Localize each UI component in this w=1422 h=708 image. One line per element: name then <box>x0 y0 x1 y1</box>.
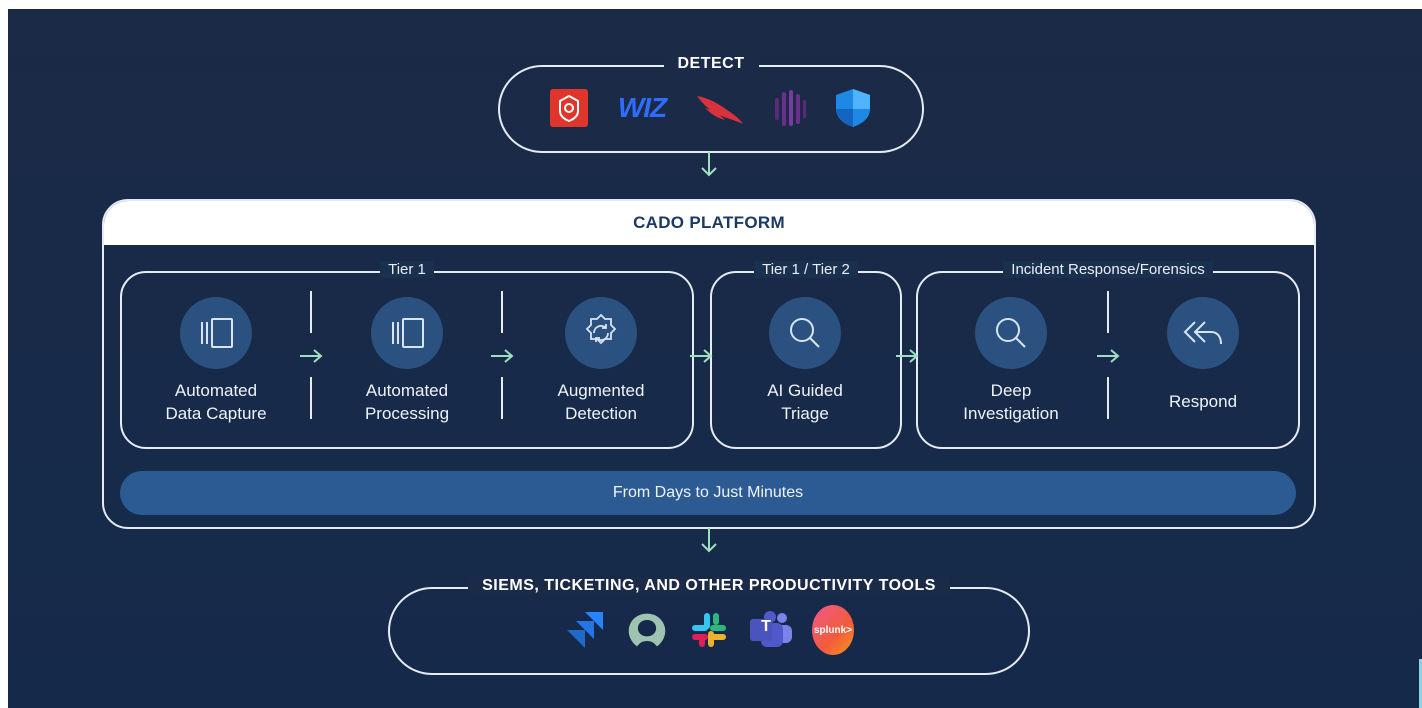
step-label: Augmented Detection <box>557 381 645 423</box>
step-automated-processing: Automated Processing <box>322 297 492 425</box>
step-deep-investigation: Deep Investigation <box>926 297 1096 425</box>
step-label: AI Guided Triage <box>767 381 843 423</box>
step-label: Automated Data Capture <box>165 381 267 423</box>
step-ai-guided-triage: AI Guided Triage <box>720 297 890 425</box>
capture-icon <box>201 318 233 348</box>
crowdstrike-falcon-logo <box>694 87 746 129</box>
gear-refresh-icon <box>585 313 617 345</box>
microsoft-defender-logo <box>832 87 874 129</box>
arrow-right-icon <box>1097 349 1120 363</box>
incident-response-label: Incident Response/Forensics <box>1003 261 1213 278</box>
productivity-tools-title: SIEMS, TICKETING, AND OTHER PRODUCTIVITY… <box>468 577 950 594</box>
servicenow-logo <box>626 609 668 651</box>
step-label: Automated Processing <box>364 381 450 423</box>
arrow-right-icon <box>896 349 919 363</box>
detect-section: DETECT WIZ <box>498 55 924 153</box>
processing-icon <box>392 318 424 348</box>
step-label: Deep Investigation <box>963 381 1059 423</box>
wiz-text: WIZ <box>617 92 667 123</box>
teams-logo: T <box>750 609 792 651</box>
arrow-right-icon <box>690 349 713 363</box>
platform-title: CADO PLATFORM <box>104 201 1314 245</box>
slack-logo <box>688 609 730 651</box>
separator-line <box>501 377 503 419</box>
diagram-canvas: DETECT WIZ CADO PLATFORM Tier 1 Tier 1 /… <box>8 9 1422 708</box>
separator-line <box>310 291 312 333</box>
splunk-logo: splunk> <box>812 605 854 655</box>
separator-line <box>501 291 503 333</box>
cado-platform: CADO PLATFORM Tier 1 Tier 1 / Tier 2 Inc… <box>102 199 1316 529</box>
detect-title: DETECT <box>663 55 759 72</box>
aws-security-logo <box>548 87 590 129</box>
speed-banner: From Days to Just Minutes <box>120 471 1296 515</box>
splunk-badge: splunk> <box>812 605 854 655</box>
step-label: Respond <box>1168 392 1238 411</box>
tier1-tier2-label: Tier 1 / Tier 2 <box>754 261 858 278</box>
reply-all-icon <box>1183 321 1222 345</box>
separator-line <box>1107 291 1109 333</box>
step-automated-data-capture: Automated Data Capture <box>131 297 301 425</box>
splunk-text: splunk> <box>813 624 853 636</box>
teams-letter: T <box>761 618 771 635</box>
arrow-right-icon <box>300 349 323 363</box>
arrow-down-icon <box>701 152 717 177</box>
separator-line <box>310 377 312 419</box>
step-augmented-detection: Augmented Detection <box>516 297 686 425</box>
tier1-label: Tier 1 <box>380 261 434 278</box>
magnifier-icon <box>790 318 820 348</box>
step-respond: Respond <box>1118 297 1288 413</box>
wiz-logo: WIZ <box>612 87 672 129</box>
vectra-logo <box>768 87 810 129</box>
magnifier-icon <box>996 318 1026 348</box>
arrow-right-icon <box>491 349 514 363</box>
productivity-tools-section: SIEMS, TICKETING, AND OTHER PRODUCTIVITY… <box>388 577 1030 675</box>
jira-logo <box>564 609 606 651</box>
separator-line <box>1107 377 1109 419</box>
arrow-down-icon <box>701 528 717 553</box>
